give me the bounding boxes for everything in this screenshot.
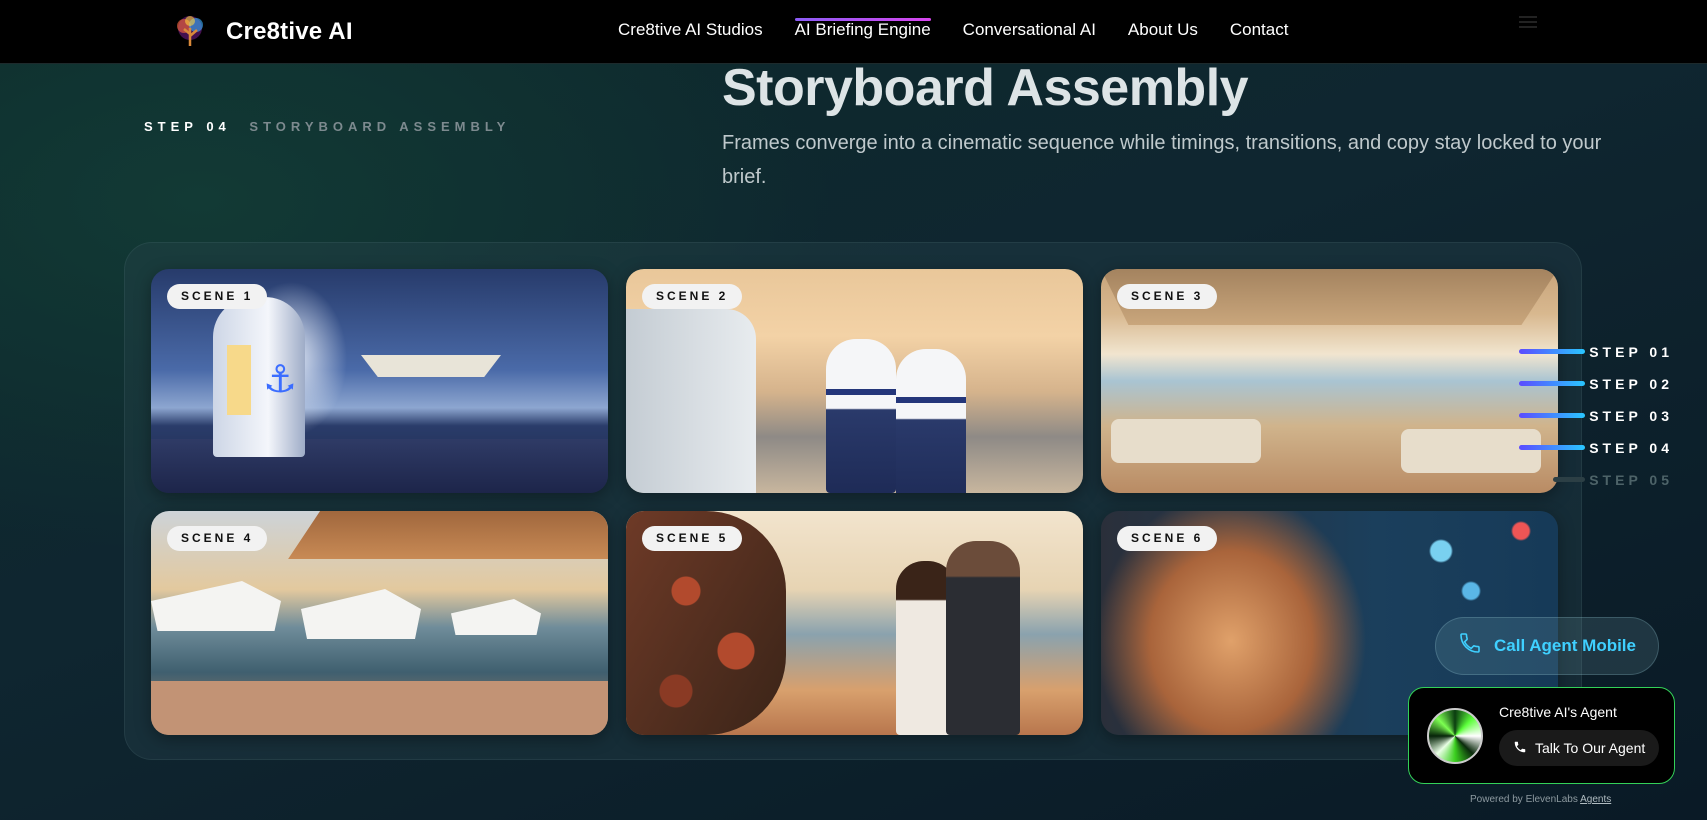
menu-icon[interactable] [1519,16,1537,30]
scene-card-5[interactable]: SCENE 5 [626,511,1083,735]
top-nav: Cre8tive AI Cre8tive AI Studios AI Brief… [0,0,1707,64]
step-nav-item-05[interactable]: STEP 05 [1515,464,1675,496]
step-progress-bar [1519,381,1585,386]
scene-badge: SCENE 3 [1117,284,1218,309]
agent-avatar-orb [1427,708,1483,764]
step-navigation: STEP 01 STEP 02 STEP 03 STEP 04 STEP 05 [1515,336,1675,496]
call-agent-label: Call Agent Mobile [1494,636,1636,655]
step-name: STORYBOARD ASSEMBLY [249,119,511,134]
storyboard-panel: ⚓ SCENE 1 SCENE 2 SCENE 3 SCENE 4 SCENE … [124,242,1582,760]
step-nav-item-04[interactable]: STEP 04 [1515,432,1675,464]
scene-badge: SCENE 6 [1117,526,1218,551]
agents-link[interactable]: Agents [1580,794,1611,805]
step-nav-label: STEP 03 [1589,408,1673,424]
section-description: Frames converge into a cinematic sequenc… [722,132,1602,188]
step-nav-item-02[interactable]: STEP 02 [1515,368,1675,400]
scene-badge: SCENE 2 [642,284,743,309]
main-menu: Cre8tive AI Studios AI Briefing Engine C… [618,18,1289,43]
section-title: Storyboard Assembly [722,59,1249,117]
scene-card-3[interactable]: SCENE 3 [1101,269,1558,493]
brand[interactable]: Cre8tive AI [172,14,353,50]
scene-badge: SCENE 5 [642,526,743,551]
step-nav-label: STEP 02 [1589,376,1673,392]
step-progress-bar [1553,477,1585,482]
powered-by: Powered by ElevenLabs Agents [1470,794,1611,805]
step-nav-label: STEP 04 [1589,440,1673,456]
step-nav-item-03[interactable]: STEP 03 [1515,400,1675,432]
step-progress-bar [1519,413,1585,418]
phone-icon [1458,631,1482,661]
talk-to-agent-label: Talk To Our Agent [1535,740,1646,756]
brand-name: Cre8tive AI [226,18,353,45]
scene-badge: SCENE 4 [167,526,268,551]
powered-by-text: Powered by ElevenLabs [1470,794,1578,805]
step-indicator: STEP 04 STORYBOARD ASSEMBLY [144,119,510,134]
scene-card-2[interactable]: SCENE 2 [626,269,1083,493]
agent-title: Cre8tive AI's Agent [1499,704,1617,720]
agent-widget: Cre8tive AI's Agent Talk To Our Agent [1408,687,1675,784]
nav-studios[interactable]: Cre8tive AI Studios [618,20,763,43]
scene-card-4[interactable]: SCENE 4 [151,511,608,735]
step-progress-bar [1519,445,1585,450]
phone-icon [1513,740,1527,757]
step-progress-bar [1519,349,1585,354]
step-number: STEP 04 [144,119,231,134]
nav-conversational-ai[interactable]: Conversational AI [963,20,1096,43]
nav-contact[interactable]: Contact [1230,20,1289,43]
scene-card-1[interactable]: ⚓ SCENE 1 [151,269,608,493]
step-nav-item-01[interactable]: STEP 01 [1515,336,1675,368]
step-nav-label: STEP 01 [1589,344,1673,360]
tree-logo-icon [172,14,208,50]
step-nav-label: STEP 05 [1589,472,1673,488]
talk-to-agent-button[interactable]: Talk To Our Agent [1499,730,1660,766]
call-agent-mobile-button[interactable]: Call Agent Mobile [1435,617,1659,675]
nav-about-us[interactable]: About Us [1128,20,1198,43]
nav-briefing-engine[interactable]: AI Briefing Engine [794,18,931,43]
scene-badge: SCENE 1 [167,284,268,309]
